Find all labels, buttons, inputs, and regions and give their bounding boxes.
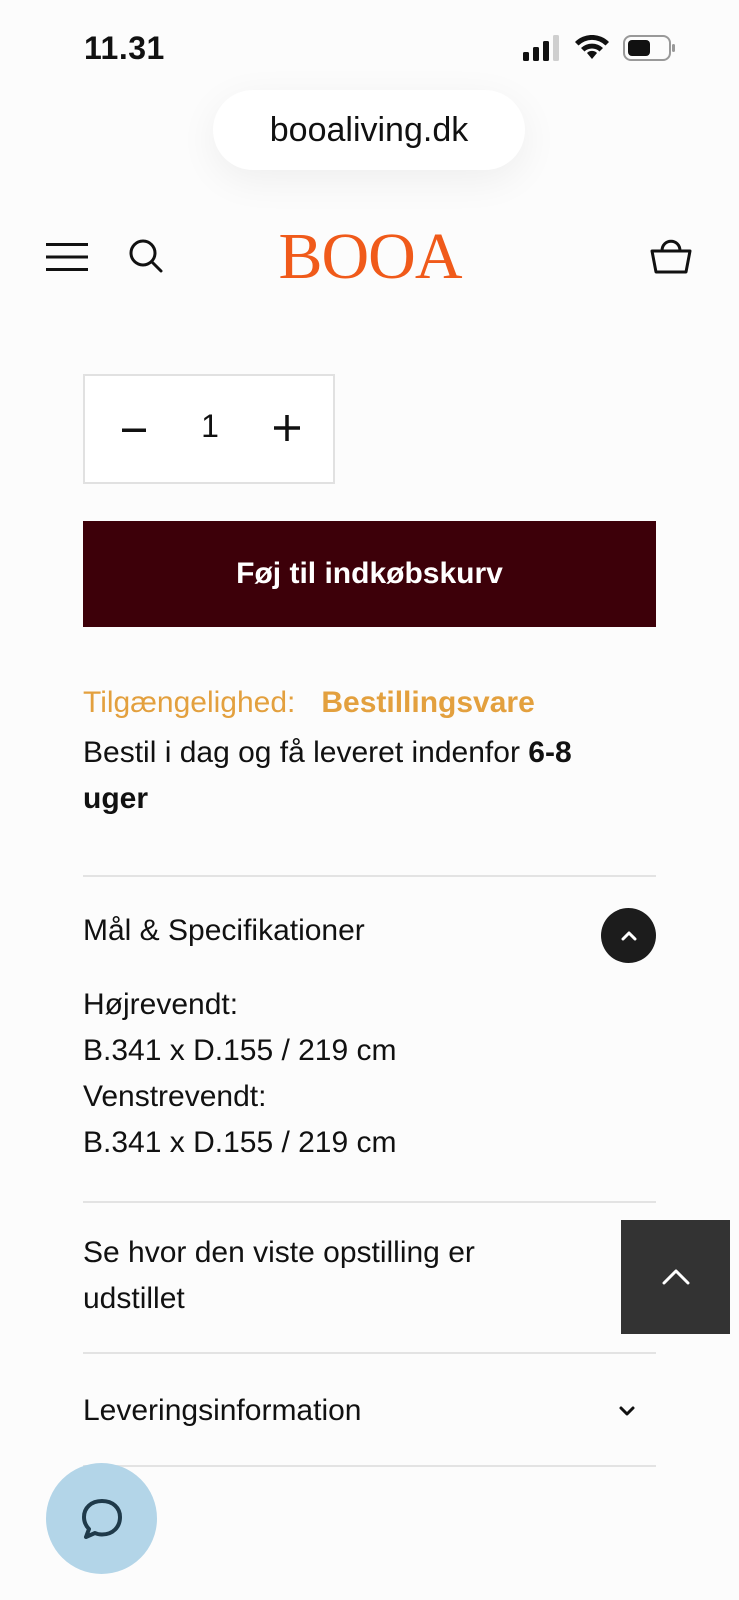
spec-line: Højrevendt: <box>83 988 239 1021</box>
quantity-value[interactable]: 1 <box>190 408 230 445</box>
accordion-specs-title[interactable]: Mål & Specifikationer <box>83 914 365 948</box>
scroll-to-top-button[interactable] <box>621 1220 730 1334</box>
chevron-up-icon <box>621 931 636 940</box>
availability-line: Tilgængelighed: Bestillingsvare <box>83 686 535 720</box>
chat-bubble-icon <box>81 1498 122 1539</box>
status-icons <box>523 34 677 62</box>
accordion-delivery-title[interactable]: Leveringsinformation <box>83 1394 361 1428</box>
accordion-collapse-button[interactable] <box>601 908 656 963</box>
battery-icon <box>623 35 675 61</box>
availability-value: Bestillingsvare <box>321 686 535 719</box>
add-to-cart-button[interactable]: Føj til indkøbskurv <box>83 521 656 627</box>
accordion-showroom-title[interactable]: Se hvor den viste opstilling er udstille… <box>83 1230 553 1322</box>
status-time: 11.31 <box>84 30 165 66</box>
divider <box>83 875 656 877</box>
divider <box>83 1465 656 1467</box>
divider <box>83 1201 656 1203</box>
chevron-up-icon <box>662 1269 689 1285</box>
cart-icon[interactable] <box>650 234 692 276</box>
delivery-estimate-text: Bestil i dag og få leveret indenfor <box>83 736 529 769</box>
delivery-estimate: Bestil i dag og få leveret indenfor 6-8 … <box>83 730 643 822</box>
browser-url-bar[interactable]: booaliving.dk <box>213 90 525 170</box>
minus-icon[interactable] <box>122 418 146 442</box>
spec-line: B.341 x D.155 / 219 cm <box>83 1034 397 1067</box>
specs-content: Højrevendt: B.341 x D.155 / 219 cm Venst… <box>83 982 397 1166</box>
chat-button[interactable] <box>46 1463 157 1574</box>
availability-label: Tilgængelighed: <box>83 686 296 719</box>
signal-icon <box>523 35 559 61</box>
wifi-icon <box>575 35 609 59</box>
divider <box>83 1352 656 1354</box>
plus-icon[interactable] <box>274 415 300 441</box>
spec-line: B.341 x D.155 / 219 cm <box>83 1126 397 1159</box>
search-icon[interactable] <box>128 238 164 274</box>
menu-icon[interactable] <box>46 242 88 272</box>
spec-line: Venstrevendt: <box>83 1080 267 1113</box>
brand-logo[interactable]: BOOA <box>260 222 480 292</box>
chevron-down-icon[interactable] <box>616 1400 638 1422</box>
